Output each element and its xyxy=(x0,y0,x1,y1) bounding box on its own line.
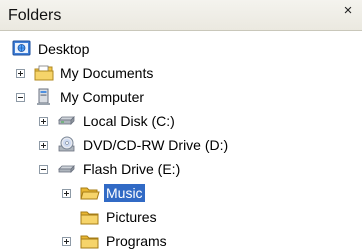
folder-open-icon xyxy=(80,187,100,200)
my-documents-icon xyxy=(34,65,54,81)
folder-icon xyxy=(80,211,99,225)
folders-panel-header: Folders × xyxy=(0,0,362,31)
expand-icon[interactable] xyxy=(39,116,48,126)
tree-item-label: Flash Drive (E:) xyxy=(83,161,181,177)
tree-item-label: Music xyxy=(104,184,145,202)
expand-icon[interactable] xyxy=(62,188,71,198)
folder-icon xyxy=(80,235,99,249)
hard-disk-icon xyxy=(58,116,75,125)
tree-item-label: Pictures xyxy=(106,209,157,225)
collapse-icon[interactable] xyxy=(39,164,48,174)
expand-icon[interactable] xyxy=(62,236,71,246)
tree-item-label: My Computer xyxy=(60,89,145,105)
tree-item-label: Desktop xyxy=(38,41,90,57)
tree-item-desktop[interactable]: Desktop xyxy=(12,38,91,60)
tree-item-programs[interactable]: Programs xyxy=(62,230,169,252)
tree-item-my-computer[interactable]: My Computer xyxy=(16,86,146,108)
tree-item-flash-drive[interactable]: Flash Drive (E:) xyxy=(39,158,182,180)
tree-item-label: My Documents xyxy=(60,65,154,81)
folder-tree: Desktop My Documents My Computer Local D… xyxy=(0,30,362,250)
cd-drive-icon xyxy=(58,136,75,152)
collapse-icon[interactable] xyxy=(16,92,25,102)
tree-item-label: Local Disk (C:) xyxy=(83,113,175,129)
tree-item-my-documents[interactable]: My Documents xyxy=(16,62,155,84)
tree-item-music[interactable]: Music xyxy=(62,182,145,204)
expand-icon[interactable] xyxy=(16,68,25,78)
flash-drive-icon xyxy=(58,165,75,173)
tree-item-local-disk[interactable]: Local Disk (C:) xyxy=(39,110,177,132)
desktop-icon xyxy=(12,40,31,56)
tree-item-label: Programs xyxy=(106,233,167,249)
close-icon[interactable]: × xyxy=(340,3,356,19)
expand-icon[interactable] xyxy=(39,140,48,150)
tree-item-pictures[interactable]: Pictures xyxy=(80,206,159,228)
my-computer-icon xyxy=(37,88,50,105)
tree-item-label: DVD/CD-RW Drive (D:) xyxy=(83,137,229,153)
panel-title: Folders xyxy=(8,7,62,24)
tree-item-dvd-drive[interactable]: DVD/CD-RW Drive (D:) xyxy=(39,134,230,156)
